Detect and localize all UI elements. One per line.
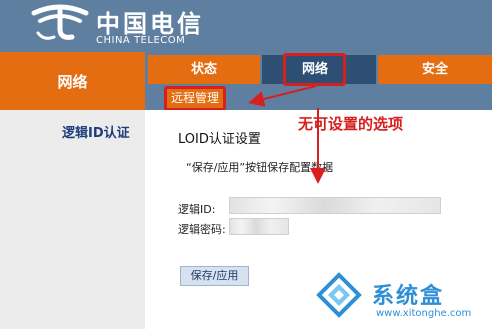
logo-chinese-text: 中国电信 — [96, 10, 204, 38]
password-input[interactable] — [229, 218, 289, 235]
watermark-text: 系统盒 — [372, 284, 445, 309]
sidebar-item-loid-auth[interactable]: 逻辑ID认证 — [0, 122, 145, 141]
watermark-url: www.xitonghe.com — [376, 308, 472, 319]
sidebar: 逻辑ID认证 — [0, 110, 145, 329]
tab-network-highlight — [283, 53, 346, 86]
save-apply-button[interactable]: 保存/应用 — [180, 266, 249, 286]
sidebar-header: 网络 — [0, 52, 145, 110]
loid-label: 逻辑ID: — [178, 203, 216, 216]
china-telecom-logo-icon — [31, 4, 89, 40]
loid-input[interactable] — [229, 197, 441, 214]
section-title: LOID认证设置 — [178, 132, 261, 147]
subtab-highlight — [164, 86, 226, 111]
annotation-text: 无可设置的选项 — [298, 115, 404, 133]
logo-english-text: CHINA TELECOM — [96, 35, 186, 46]
sidebar-title: 网络 — [57, 73, 88, 91]
xitonghe-logo-icon — [316, 272, 362, 318]
header-bar: 中国电信 CHINA TELECOM — [0, 0, 492, 52]
password-label: 逻辑密码: — [178, 223, 226, 236]
tab-security[interactable]: 安全 — [378, 55, 492, 84]
tab-status[interactable]: 状态 — [148, 55, 260, 84]
save-hint-text: “保存/应用”按钮保存配置数据 — [186, 161, 334, 174]
